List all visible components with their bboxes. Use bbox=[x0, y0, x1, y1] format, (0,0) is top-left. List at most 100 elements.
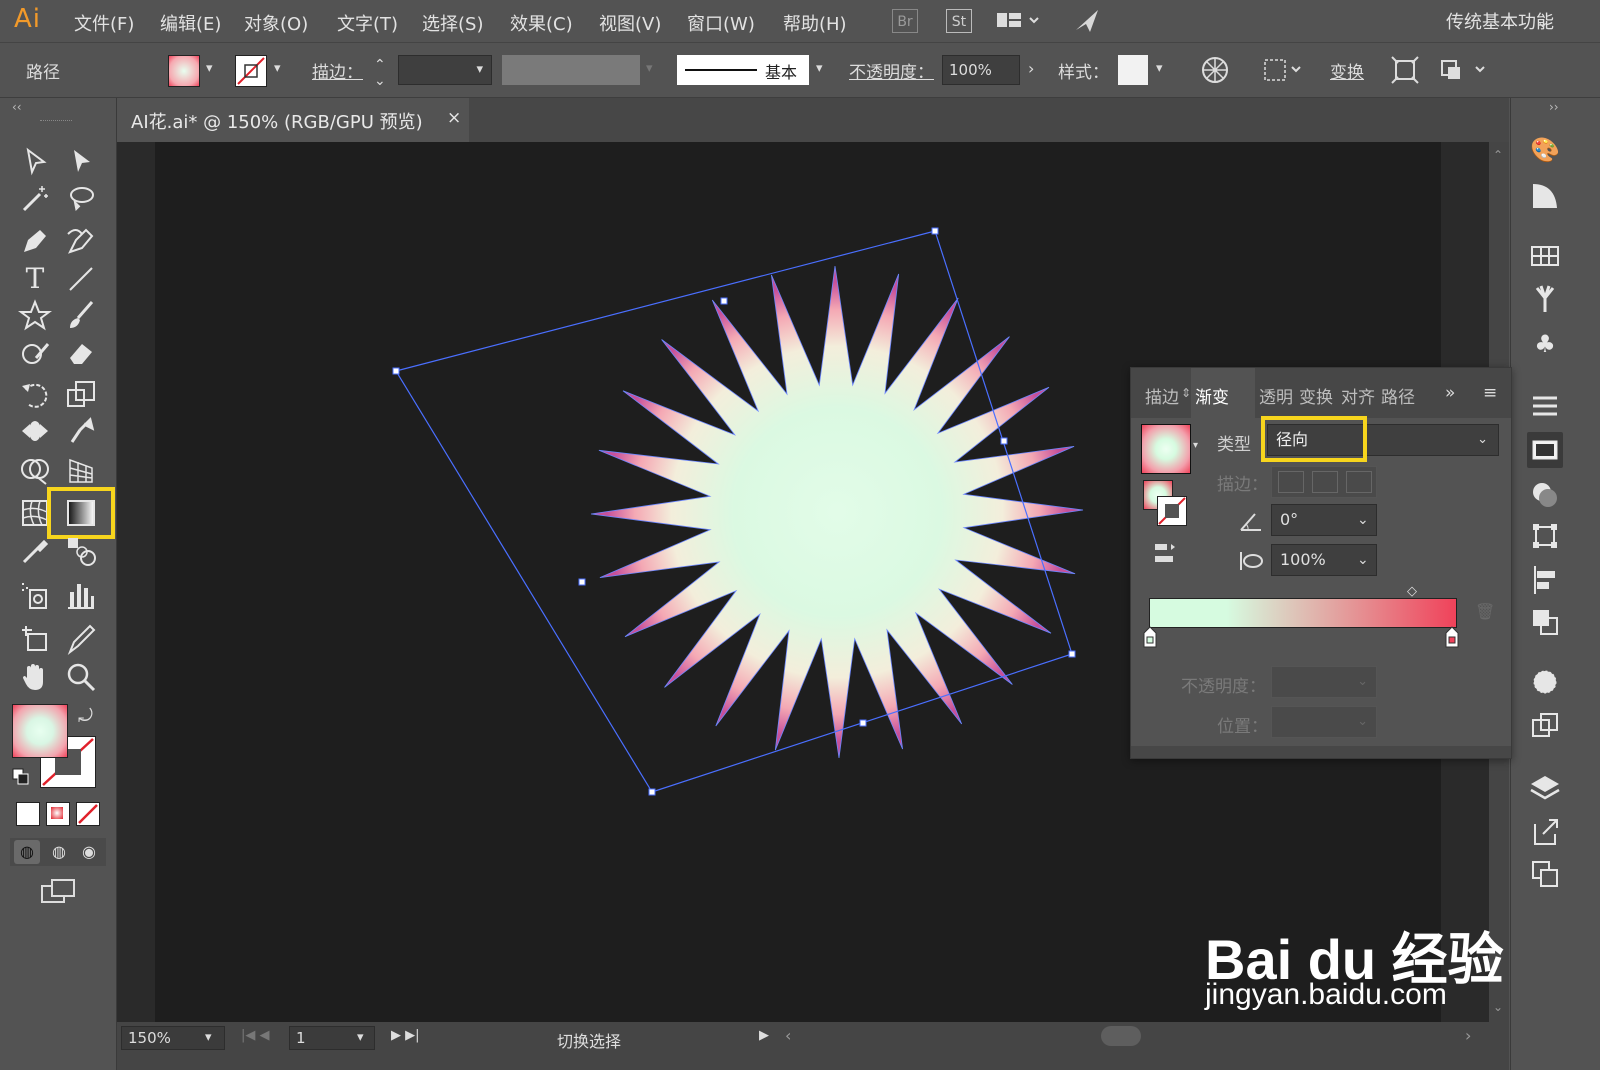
tab-stroke[interactable]: 描边 bbox=[1145, 383, 1179, 408]
fill-swatch[interactable] bbox=[168, 55, 200, 87]
brushes-icon[interactable] bbox=[1527, 282, 1563, 318]
panel-resize-grip[interactable] bbox=[1131, 746, 1511, 758]
swap-fill-stroke-icon[interactable]: ⤾ bbox=[78, 706, 93, 727]
stroke-along-icon[interactable] bbox=[1312, 471, 1338, 493]
first-artboard-icon[interactable]: |◀ ◀ bbox=[241, 1028, 270, 1043]
menu-edit[interactable]: 编辑(E) bbox=[160, 10, 221, 36]
star-tool-icon[interactable] bbox=[18, 298, 52, 332]
curvature-tool-icon[interactable] bbox=[64, 224, 98, 258]
bbox-handle[interactable] bbox=[931, 227, 939, 235]
graphic-styles-icon[interactable] bbox=[1527, 708, 1563, 744]
transform-link[interactable]: 变换 bbox=[1330, 58, 1364, 83]
gradient-tool-icon[interactable] bbox=[64, 496, 98, 530]
stop-position-input[interactable]: ⌄ bbox=[1271, 706, 1377, 738]
bridge-icon[interactable]: Br bbox=[892, 9, 918, 33]
perspective-grid-tool-icon[interactable] bbox=[64, 454, 98, 488]
layers-icon[interactable] bbox=[1527, 770, 1563, 806]
status-info[interactable]: 切换选择 bbox=[557, 1028, 621, 1052]
line-tool-icon[interactable] bbox=[64, 262, 98, 296]
collapse-icon[interactable]: ‹‹ bbox=[12, 100, 22, 114]
bbox-handle[interactable] bbox=[1000, 437, 1008, 445]
stroke-dropdown-icon[interactable]: ▾ bbox=[274, 61, 281, 76]
align-to-icon[interactable] bbox=[1262, 55, 1304, 85]
opacity-input[interactable]: 100% bbox=[942, 55, 1020, 85]
status-menu-icon[interactable]: ▶ bbox=[759, 1028, 769, 1043]
next-artboard-icon[interactable]: ▶ ▶| bbox=[391, 1028, 420, 1043]
opacity-arrow-icon[interactable]: › bbox=[1028, 59, 1034, 78]
width-tool-icon[interactable] bbox=[18, 414, 52, 448]
stroke-weight-stepper[interactable]: ⌃ ⌄ bbox=[374, 57, 386, 89]
column-graph-tool-icon[interactable] bbox=[64, 578, 98, 612]
pathfinder-icon[interactable] bbox=[1527, 604, 1563, 640]
export-icon[interactable] bbox=[1527, 814, 1563, 850]
arrange-options-icon[interactable] bbox=[1438, 55, 1492, 85]
paintbrush-tool-icon[interactable] bbox=[64, 298, 98, 332]
menu-view[interactable]: 视图(V) bbox=[599, 10, 661, 36]
menu-type[interactable]: 文字(T) bbox=[337, 10, 398, 36]
blend-tool-icon[interactable] bbox=[64, 534, 98, 568]
stop-opacity-input[interactable]: ⌄ bbox=[1271, 666, 1377, 698]
profile-dropdown-icon[interactable]: ▾ bbox=[646, 61, 653, 76]
horizontal-scroll-thumb[interactable] bbox=[1101, 1026, 1141, 1046]
panel-grip[interactable] bbox=[40, 120, 72, 125]
slice-tool-icon[interactable] bbox=[64, 622, 98, 656]
stroke-panel-icon[interactable] bbox=[1527, 388, 1563, 424]
eraser-tool-icon[interactable] bbox=[64, 336, 98, 370]
artboard-dropdown-icon[interactable]: ▾ bbox=[357, 1030, 364, 1045]
ratio-dropdown-icon[interactable]: ⌄ bbox=[1357, 552, 1369, 568]
document-tab[interactable]: AI花.ai* @ 150% (RGB/GPU 预览) × bbox=[117, 98, 469, 142]
bbox-handle[interactable] bbox=[1068, 650, 1076, 658]
tab-pathfinder[interactable]: 路径 bbox=[1381, 383, 1415, 408]
scale-tool-icon[interactable] bbox=[64, 378, 98, 412]
scroll-down-icon[interactable]: ⌄ bbox=[1493, 1000, 1503, 1014]
bbox-handle[interactable] bbox=[578, 578, 586, 586]
none-mode-icon[interactable] bbox=[76, 802, 100, 826]
gradient-preset-dropdown-icon[interactable]: ▾ bbox=[1193, 440, 1198, 451]
chevron-down-icon[interactable]: ⌄ bbox=[1536, 12, 1549, 31]
recolor-artwork-icon[interactable] bbox=[1200, 55, 1230, 85]
gradient-slider[interactable] bbox=[1149, 598, 1457, 628]
reverse-gradient-icon[interactable] bbox=[1151, 540, 1177, 566]
menu-window[interactable]: 窗口(W) bbox=[687, 10, 755, 36]
tab-order-icon[interactable]: ⇕ bbox=[1181, 386, 1191, 400]
gradient-stop-start[interactable] bbox=[1143, 626, 1157, 648]
gradient-stop-end[interactable] bbox=[1445, 626, 1459, 648]
type-tool-icon[interactable]: T bbox=[18, 262, 52, 296]
zoom-tool-icon[interactable] bbox=[64, 660, 98, 694]
align-panel-icon[interactable] bbox=[1527, 562, 1563, 598]
brush-dropdown-icon[interactable]: ▾ bbox=[816, 61, 823, 76]
graphic-style-swatch[interactable] bbox=[1118, 55, 1148, 85]
stroke-swatch[interactable] bbox=[235, 55, 267, 87]
color-mode-icon[interactable] bbox=[16, 802, 40, 826]
lasso-tool-icon[interactable] bbox=[64, 182, 98, 216]
collapse-panels-icon[interactable]: ›› bbox=[1549, 100, 1559, 114]
isolate-selected-icon[interactable] bbox=[1390, 55, 1420, 85]
stroke-label[interactable]: 描边： bbox=[312, 58, 363, 83]
fill-indicator[interactable] bbox=[12, 704, 68, 758]
menu-object[interactable]: 对象(O) bbox=[244, 10, 308, 36]
gradient-stroke-indicator[interactable] bbox=[1157, 496, 1187, 526]
pen-tool-icon[interactable] bbox=[18, 224, 52, 258]
symbols-icon[interactable]: ♣ bbox=[1527, 326, 1563, 362]
direct-selection-tool-icon[interactable] bbox=[64, 144, 98, 178]
arrange-documents-icon[interactable] bbox=[996, 10, 1040, 32]
scroll-left-icon[interactable]: ‹ bbox=[785, 1026, 791, 1045]
style-dropdown-icon[interactable]: ▾ bbox=[1156, 61, 1163, 76]
brush-definition[interactable]: 基本 bbox=[677, 55, 809, 85]
shape-builder-tool-icon[interactable] bbox=[18, 454, 52, 488]
tab-transform[interactable]: 变换 bbox=[1299, 383, 1333, 408]
tab-transparency[interactable]: 透明 bbox=[1259, 383, 1293, 408]
bbox-handle[interactable] bbox=[720, 297, 728, 305]
gradient-mode-icon[interactable] bbox=[46, 802, 70, 826]
scroll-up-icon[interactable]: ⌃ bbox=[1493, 148, 1503, 162]
gpu-performance-icon[interactable] bbox=[1072, 6, 1102, 36]
scroll-right-icon[interactable]: › bbox=[1465, 1026, 1471, 1045]
stroke-across-icon[interactable] bbox=[1346, 471, 1372, 493]
menu-file[interactable]: 文件(F) bbox=[74, 10, 134, 36]
zoom-dropdown-icon[interactable]: ▾ bbox=[205, 1030, 212, 1045]
color-palette-icon[interactable]: 🎨 bbox=[1527, 132, 1563, 168]
gradient-preview-swatch[interactable] bbox=[1141, 424, 1191, 474]
draw-inside-icon[interactable]: ◉ bbox=[76, 840, 102, 864]
stroke-within-icon[interactable] bbox=[1278, 471, 1304, 493]
midpoint-diamond[interactable]: ◇ bbox=[1407, 584, 1417, 599]
